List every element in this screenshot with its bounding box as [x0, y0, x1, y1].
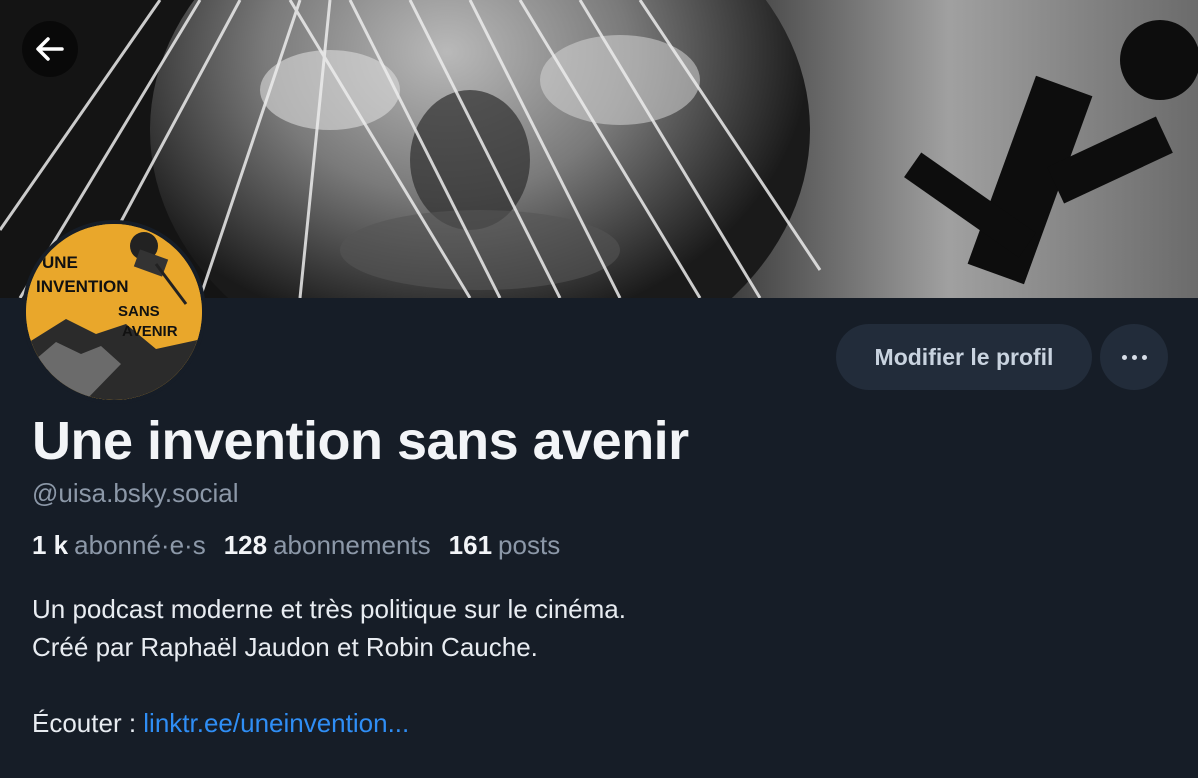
bio-line: Créé par Raphaël Jaudon et Robin Cauche. [32, 632, 538, 662]
edit-profile-button[interactable]: Modifier le profil [836, 324, 1092, 390]
posts-stat: 161 posts [449, 530, 561, 561]
more-options-button[interactable] [1100, 324, 1168, 390]
bio-link[interactable]: linktr.ee/uneinvention... [143, 708, 409, 738]
bio-listen-line: Écouter : linktr.ee/uneinvention... [32, 704, 626, 742]
following-count: 128 [223, 530, 268, 560]
svg-text:UNE: UNE [42, 253, 78, 272]
posts-count: 161 [448, 530, 493, 560]
avatar-image: UNE INVENTION SANS AVENIR [26, 224, 202, 400]
svg-text:AVENIR: AVENIR [122, 323, 178, 340]
edit-profile-label: Modifier le profil [874, 343, 1054, 370]
profile-bio: Un podcast moderne et très politique sur… [32, 590, 626, 742]
followers-label: abonné·e·s [74, 530, 206, 560]
bio-line: Un podcast moderne et très politique sur… [32, 594, 626, 624]
svg-text:SANS: SANS [118, 303, 160, 320]
followers-count: 1 k [32, 530, 69, 560]
following-label: abonnements [273, 530, 431, 560]
profile-avatar[interactable]: UNE INVENTION SANS AVENIR [22, 220, 206, 404]
following-stat[interactable]: 128 abonnements [224, 530, 431, 561]
posts-label: posts [498, 530, 561, 560]
back-button[interactable] [22, 21, 78, 77]
followers-stat[interactable]: 1 k abonné·e·s [32, 530, 206, 561]
bio-listen-prefix: Écouter : [32, 708, 144, 738]
profile-stats: 1 k abonné·e·s 128 abonnements 161 posts [32, 530, 578, 561]
more-horizontal-icon [1119, 354, 1149, 360]
bio-spacer [32, 666, 626, 704]
profile-display-name: Une invention sans avenir [32, 411, 689, 471]
profile-handle: @uisa.bsky.social [32, 478, 239, 508]
arrow-left-icon [36, 37, 64, 61]
svg-text:INVENTION: INVENTION [36, 277, 129, 296]
